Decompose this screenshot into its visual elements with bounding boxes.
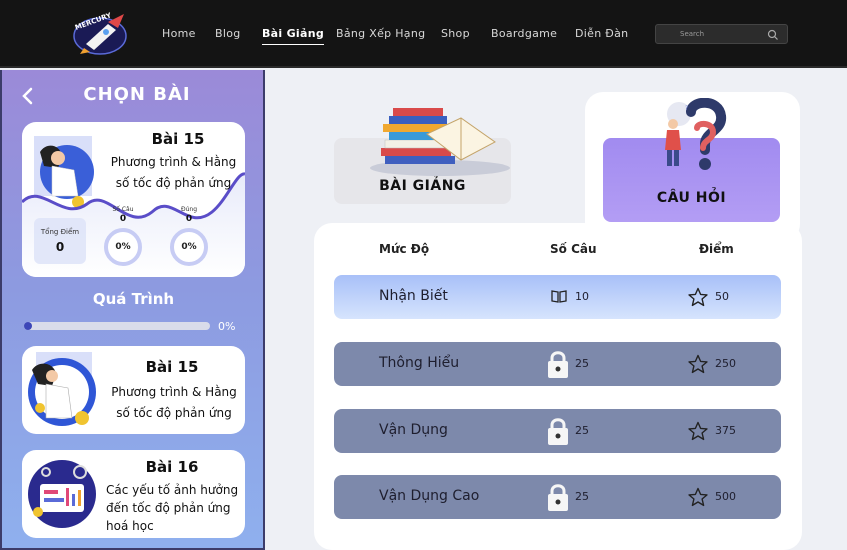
star-icon: [688, 487, 708, 507]
main-content: BÀI GIẢNG CÂU HỎI ? Mức Độ Số Câu Điểm N…: [265, 70, 847, 550]
star-icon: [688, 287, 708, 307]
lesson-name-line2: số tốc độ phản ứng: [115, 176, 232, 190]
question-count-value: 0: [119, 214, 127, 224]
lock-icon: [548, 418, 568, 445]
lesson-number: Bài 15: [145, 358, 199, 376]
questions-mode-label: CÂU HỎI: [656, 190, 727, 206]
correct-count-label: Đúng: [180, 206, 198, 213]
question-count: 10: [575, 290, 589, 303]
lesson-list-item[interactable]: Bài 15 Phương trình & Hằng số tốc độ phả…: [22, 346, 245, 434]
svg-text:?: ?: [685, 105, 688, 112]
lesson-name-line: Các yếu tố ảnh hưởng: [106, 483, 239, 497]
level-name: Thông Hiểu: [379, 355, 460, 371]
nav-blog[interactable]: Blog: [215, 27, 241, 40]
lesson-sidebar: CHỌN BÀI Bài 15 Phương trình & Hằng số t…: [0, 70, 265, 550]
progress-title: Quá Trình: [92, 290, 175, 308]
question-count: 25: [575, 357, 589, 370]
points-column-header: Điểm: [699, 242, 734, 256]
nav-lectures[interactable]: Bài Giảng: [262, 27, 325, 45]
lock-icon: [548, 351, 568, 378]
total-score-value: 0: [55, 240, 65, 254]
question-count: 25: [575, 490, 589, 503]
nav-shop[interactable]: Shop: [441, 27, 470, 40]
search-icon[interactable]: [767, 29, 779, 41]
level-row-advanced-application[interactable]: Vận Dụng Cao 25 500: [334, 475, 781, 519]
question-mark-icon: ?: [665, 98, 727, 170]
points-value: 500: [715, 490, 736, 503]
current-lesson-card[interactable]: Bài 15 Phương trình & Hằng số tốc độ phả…: [22, 122, 245, 277]
question-progress-text: 0%: [115, 242, 131, 252]
nav-boardgame[interactable]: Boardgame: [491, 27, 557, 40]
lesson-number: Bài 16: [145, 458, 199, 476]
lesson-number: Bài 15: [151, 130, 205, 148]
correct-count-value: 0: [185, 214, 193, 224]
question-count: 25: [575, 424, 589, 437]
question-progress-ring: 0%: [104, 228, 142, 266]
nav-home[interactable]: Home: [162, 27, 196, 40]
nav-leaderboard[interactable]: Bảng Xếp Hạng: [336, 27, 425, 40]
level-name: Vận Dụng: [379, 422, 448, 438]
lesson-name-line: đến tốc độ phản ứng: [106, 501, 231, 515]
question-count-label: Số Câu: [112, 206, 134, 213]
search-box: [655, 24, 788, 44]
points-value: 50: [715, 290, 729, 303]
level-name: Nhận Biết: [379, 288, 448, 304]
back-arrow-icon[interactable]: [18, 86, 36, 106]
progress-percent: 0%: [218, 320, 236, 333]
lesson-name-line1: Phương trình & Hằng: [110, 155, 237, 169]
points-value: 250: [715, 357, 736, 370]
points-value: 375: [715, 424, 736, 437]
lesson-name-line: Phương trình & Hằng: [111, 385, 237, 399]
book-open-icon: [551, 290, 567, 303]
level-name: Vận Dụng Cao: [379, 488, 480, 504]
nav-forum[interactable]: Diễn Đàn: [575, 27, 628, 40]
star-icon: [688, 354, 708, 374]
top-navbar: MERCURY Home Blog Bài Giảng Bảng Xếp Hạn…: [0, 0, 847, 68]
correct-progress-text: 0%: [181, 242, 197, 252]
lesson-thumbnail: [28, 460, 96, 528]
level-column-header: Mức Độ: [379, 242, 430, 256]
books-icon: [370, 108, 510, 176]
level-row-application[interactable]: Vận Dụng 25 375: [334, 409, 781, 453]
lecture-mode-label: BÀI GIẢNG: [379, 178, 466, 194]
lesson-name-line: số tốc độ phản ứng: [116, 406, 232, 420]
lock-icon: [548, 484, 568, 511]
count-column-header: Số Câu: [550, 242, 597, 256]
mercury-logo[interactable]: MERCURY: [66, 8, 134, 58]
lesson-name-line: hoá học: [106, 519, 154, 533]
lesson-thumbnail: [28, 352, 96, 426]
lesson-list-item[interactable]: Bài 16 Các yếu tố ảnh hưởng đến tốc độ p…: [22, 450, 245, 538]
progress-bar-handle: [24, 322, 32, 330]
level-row-recognition[interactable]: Nhận Biết 10 50: [334, 275, 781, 319]
progress-bar: [24, 322, 210, 330]
level-row-understanding[interactable]: Thông Hiểu 25 250: [334, 342, 781, 386]
sidebar-title: CHỌN BÀI: [83, 84, 191, 105]
total-score-label: Tổng Điểm: [40, 228, 80, 236]
search-input[interactable]: [680, 27, 770, 41]
correct-progress-ring: 0%: [170, 228, 208, 266]
star-icon: [688, 421, 708, 441]
